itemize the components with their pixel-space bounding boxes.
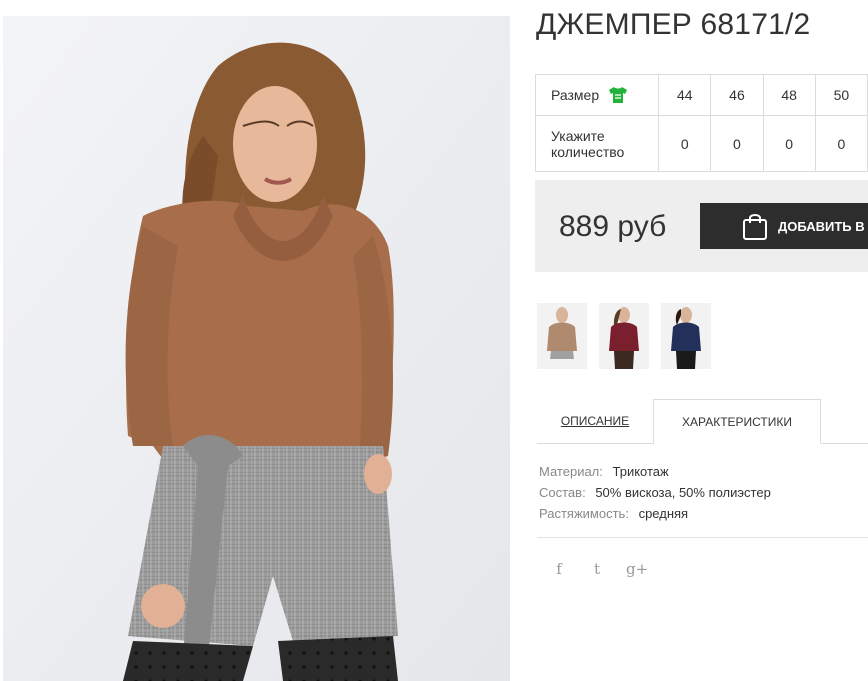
quantity-label: Укажите количество (551, 127, 625, 160)
shirt-icon[interactable] (608, 86, 628, 104)
specs-list: Материал: Трикотаж Состав: 50% вискоза, … (539, 461, 771, 524)
quantity-row: Укажите количество 0 0 0 0 (534, 115, 868, 172)
add-to-cart-button[interactable]: ДОБАВИТЬ В З (700, 203, 868, 249)
spec-value: Трикотаж (612, 464, 669, 479)
size-option[interactable]: 44 (658, 74, 712, 116)
size-row: Размер 44 46 48 50 (534, 74, 868, 116)
product-photo-illustration (3, 16, 510, 681)
spec-key: Растяжимость: (539, 506, 629, 521)
quantity-input[interactable]: 0 (814, 115, 868, 172)
quantity-input[interactable]: 0 (658, 115, 712, 172)
price-box: 889 руб ДОБАВИТЬ В З (535, 180, 868, 272)
product-tabs: ОПИСАНИЕ ХАРАКТЕРИСТИКИ (537, 398, 868, 444)
size-label-cell: Размер (534, 74, 660, 116)
spec-row: Материал: Трикотаж (539, 461, 771, 482)
google-plus-icon[interactable]: g+ (626, 560, 648, 578)
spec-row: Растяжимость: средняя (539, 503, 771, 524)
size-option[interactable]: 50 (814, 74, 868, 116)
add-to-cart-label: ДОБАВИТЬ В З (778, 218, 868, 234)
thumbnail-1[interactable] (537, 303, 587, 369)
quantity-label-cell: Укажите количество (534, 115, 660, 172)
product-page: ДЖЕМПЕР 68171/2 Размер 44 46 48 50 Укажи… (0, 0, 868, 681)
tab-description[interactable]: ОПИСАНИЕ (537, 398, 653, 443)
product-title: ДЖЕМПЕР 68171/2 (536, 8, 811, 41)
quantity-input[interactable]: 0 (710, 115, 764, 172)
size-option[interactable]: 48 (762, 74, 816, 116)
facebook-icon[interactable]: f (550, 560, 568, 578)
spec-key: Материал: (539, 464, 603, 479)
size-label: Размер (551, 87, 600, 103)
spec-key: Состав: (539, 485, 586, 500)
tab-characteristics[interactable]: ХАРАКТЕРИСТИКИ (653, 399, 821, 444)
spec-row: Состав: 50% вискоза, 50% полиэстер (539, 482, 771, 503)
quantity-input[interactable]: 0 (762, 115, 816, 172)
size-table: Размер 44 46 48 50 Укажите количество 0 (534, 74, 868, 172)
thumbnail-3[interactable] (661, 303, 711, 369)
twitter-icon[interactable]: t (588, 560, 606, 578)
social-divider (537, 537, 868, 538)
thumbnail-2[interactable] (599, 303, 649, 369)
size-option[interactable]: 46 (710, 74, 764, 116)
spec-value: средняя (638, 506, 689, 521)
spec-value: 50% вискоза, 50% полиэстер (595, 485, 771, 500)
social-share: f t g+ (550, 560, 648, 578)
main-product-image[interactable] (3, 16, 510, 681)
shopping-bag-icon (742, 211, 768, 241)
price: 889 руб (559, 210, 667, 243)
